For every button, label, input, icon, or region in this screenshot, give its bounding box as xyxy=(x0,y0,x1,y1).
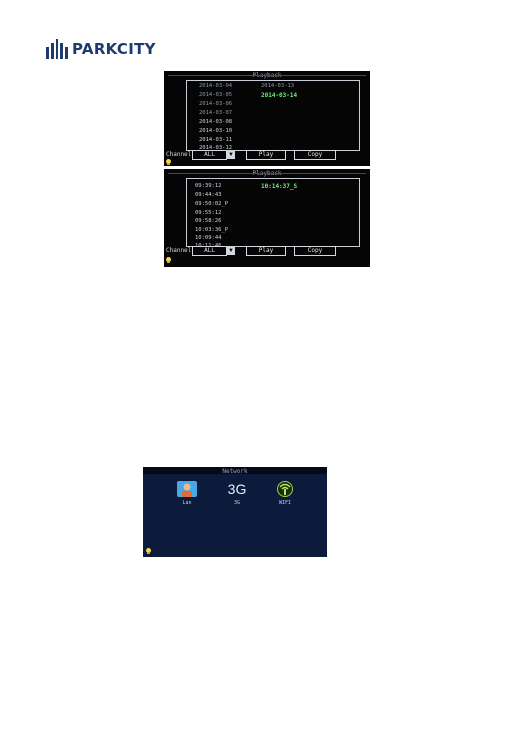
date-item[interactable]: 2014-03-11 xyxy=(199,137,232,143)
time-item[interactable]: 09:39:12 xyxy=(195,183,222,189)
date-item[interactable]: 2014-03-06 xyxy=(199,101,232,107)
date-list: 2014-03-04 2014-03-05 2014-03-06 2014-03… xyxy=(186,80,360,151)
copy-button[interactable]: Copy xyxy=(294,246,336,256)
network-item-label: WIFI xyxy=(278,500,292,506)
logo-text: PARKCITY xyxy=(72,40,156,58)
3g-icon[interactable]: 3G xyxy=(225,480,249,498)
play-button[interactable]: Play xyxy=(246,150,286,160)
playback-dates-screen: Playback 2014-03-04 2014-03-05 2014-03-0… xyxy=(164,71,370,166)
time-list: 09:39:12 09:44:43 09:50:02_P 09:55:12 09… xyxy=(186,178,360,249)
lightbulb-icon xyxy=(166,159,171,165)
date-item[interactable]: 2014-03-07 xyxy=(199,110,232,116)
playback-times-screen: Playback 09:39:12 09:44:43 09:50:02_P 09… xyxy=(164,169,370,267)
time-item[interactable]: 09:44:43 xyxy=(195,192,222,198)
parkcity-logo: PARKCITY xyxy=(46,38,156,60)
logo-bars-icon xyxy=(46,39,68,59)
title-divider xyxy=(168,173,366,174)
chevron-down-icon[interactable]: ▼ xyxy=(227,151,235,159)
svg-text:3G: 3G xyxy=(228,481,247,497)
date-item[interactable]: 2014-03-13 xyxy=(261,83,294,89)
channel-label: Channel xyxy=(166,151,192,158)
date-item[interactable]: 2014-03-08 xyxy=(199,119,232,125)
network-item-label: Lan xyxy=(182,500,192,506)
title-divider xyxy=(168,75,366,76)
lan-icon[interactable] xyxy=(177,481,197,497)
date-item[interactable]: 2014-03-10 xyxy=(199,128,232,134)
network-item-label: 3G xyxy=(233,500,241,506)
lightbulb-icon xyxy=(166,257,171,263)
time-item[interactable]: 09:58:26 xyxy=(195,218,222,224)
chevron-down-icon[interactable]: ▼ xyxy=(227,247,235,255)
channel-label: Channel xyxy=(166,247,192,254)
wifi-icon[interactable] xyxy=(275,481,295,497)
network-screen: Network Lan 3G 3G WIFI xyxy=(143,467,327,557)
date-item[interactable]: 2014-03-05 xyxy=(199,92,232,98)
date-item[interactable]: 2014-03-04 xyxy=(199,83,232,89)
channel-select[interactable]: ALL xyxy=(192,246,227,256)
network-title: Network xyxy=(222,468,248,475)
copy-button[interactable]: Copy xyxy=(294,150,336,160)
play-button[interactable]: Play xyxy=(246,246,286,256)
time-item[interactable]: 10:09:44 xyxy=(195,235,222,241)
channel-select[interactable]: ALL xyxy=(192,150,227,160)
time-item-selected[interactable]: 10:14:37_S xyxy=(261,183,297,190)
date-item-selected[interactable]: 2014-03-14 xyxy=(261,92,297,99)
time-item[interactable]: 09:50:02_P xyxy=(195,201,228,207)
time-item[interactable]: 10:03:36_P xyxy=(195,227,228,233)
lightbulb-icon xyxy=(146,548,151,554)
time-item[interactable]: 09:55:12 xyxy=(195,210,222,216)
